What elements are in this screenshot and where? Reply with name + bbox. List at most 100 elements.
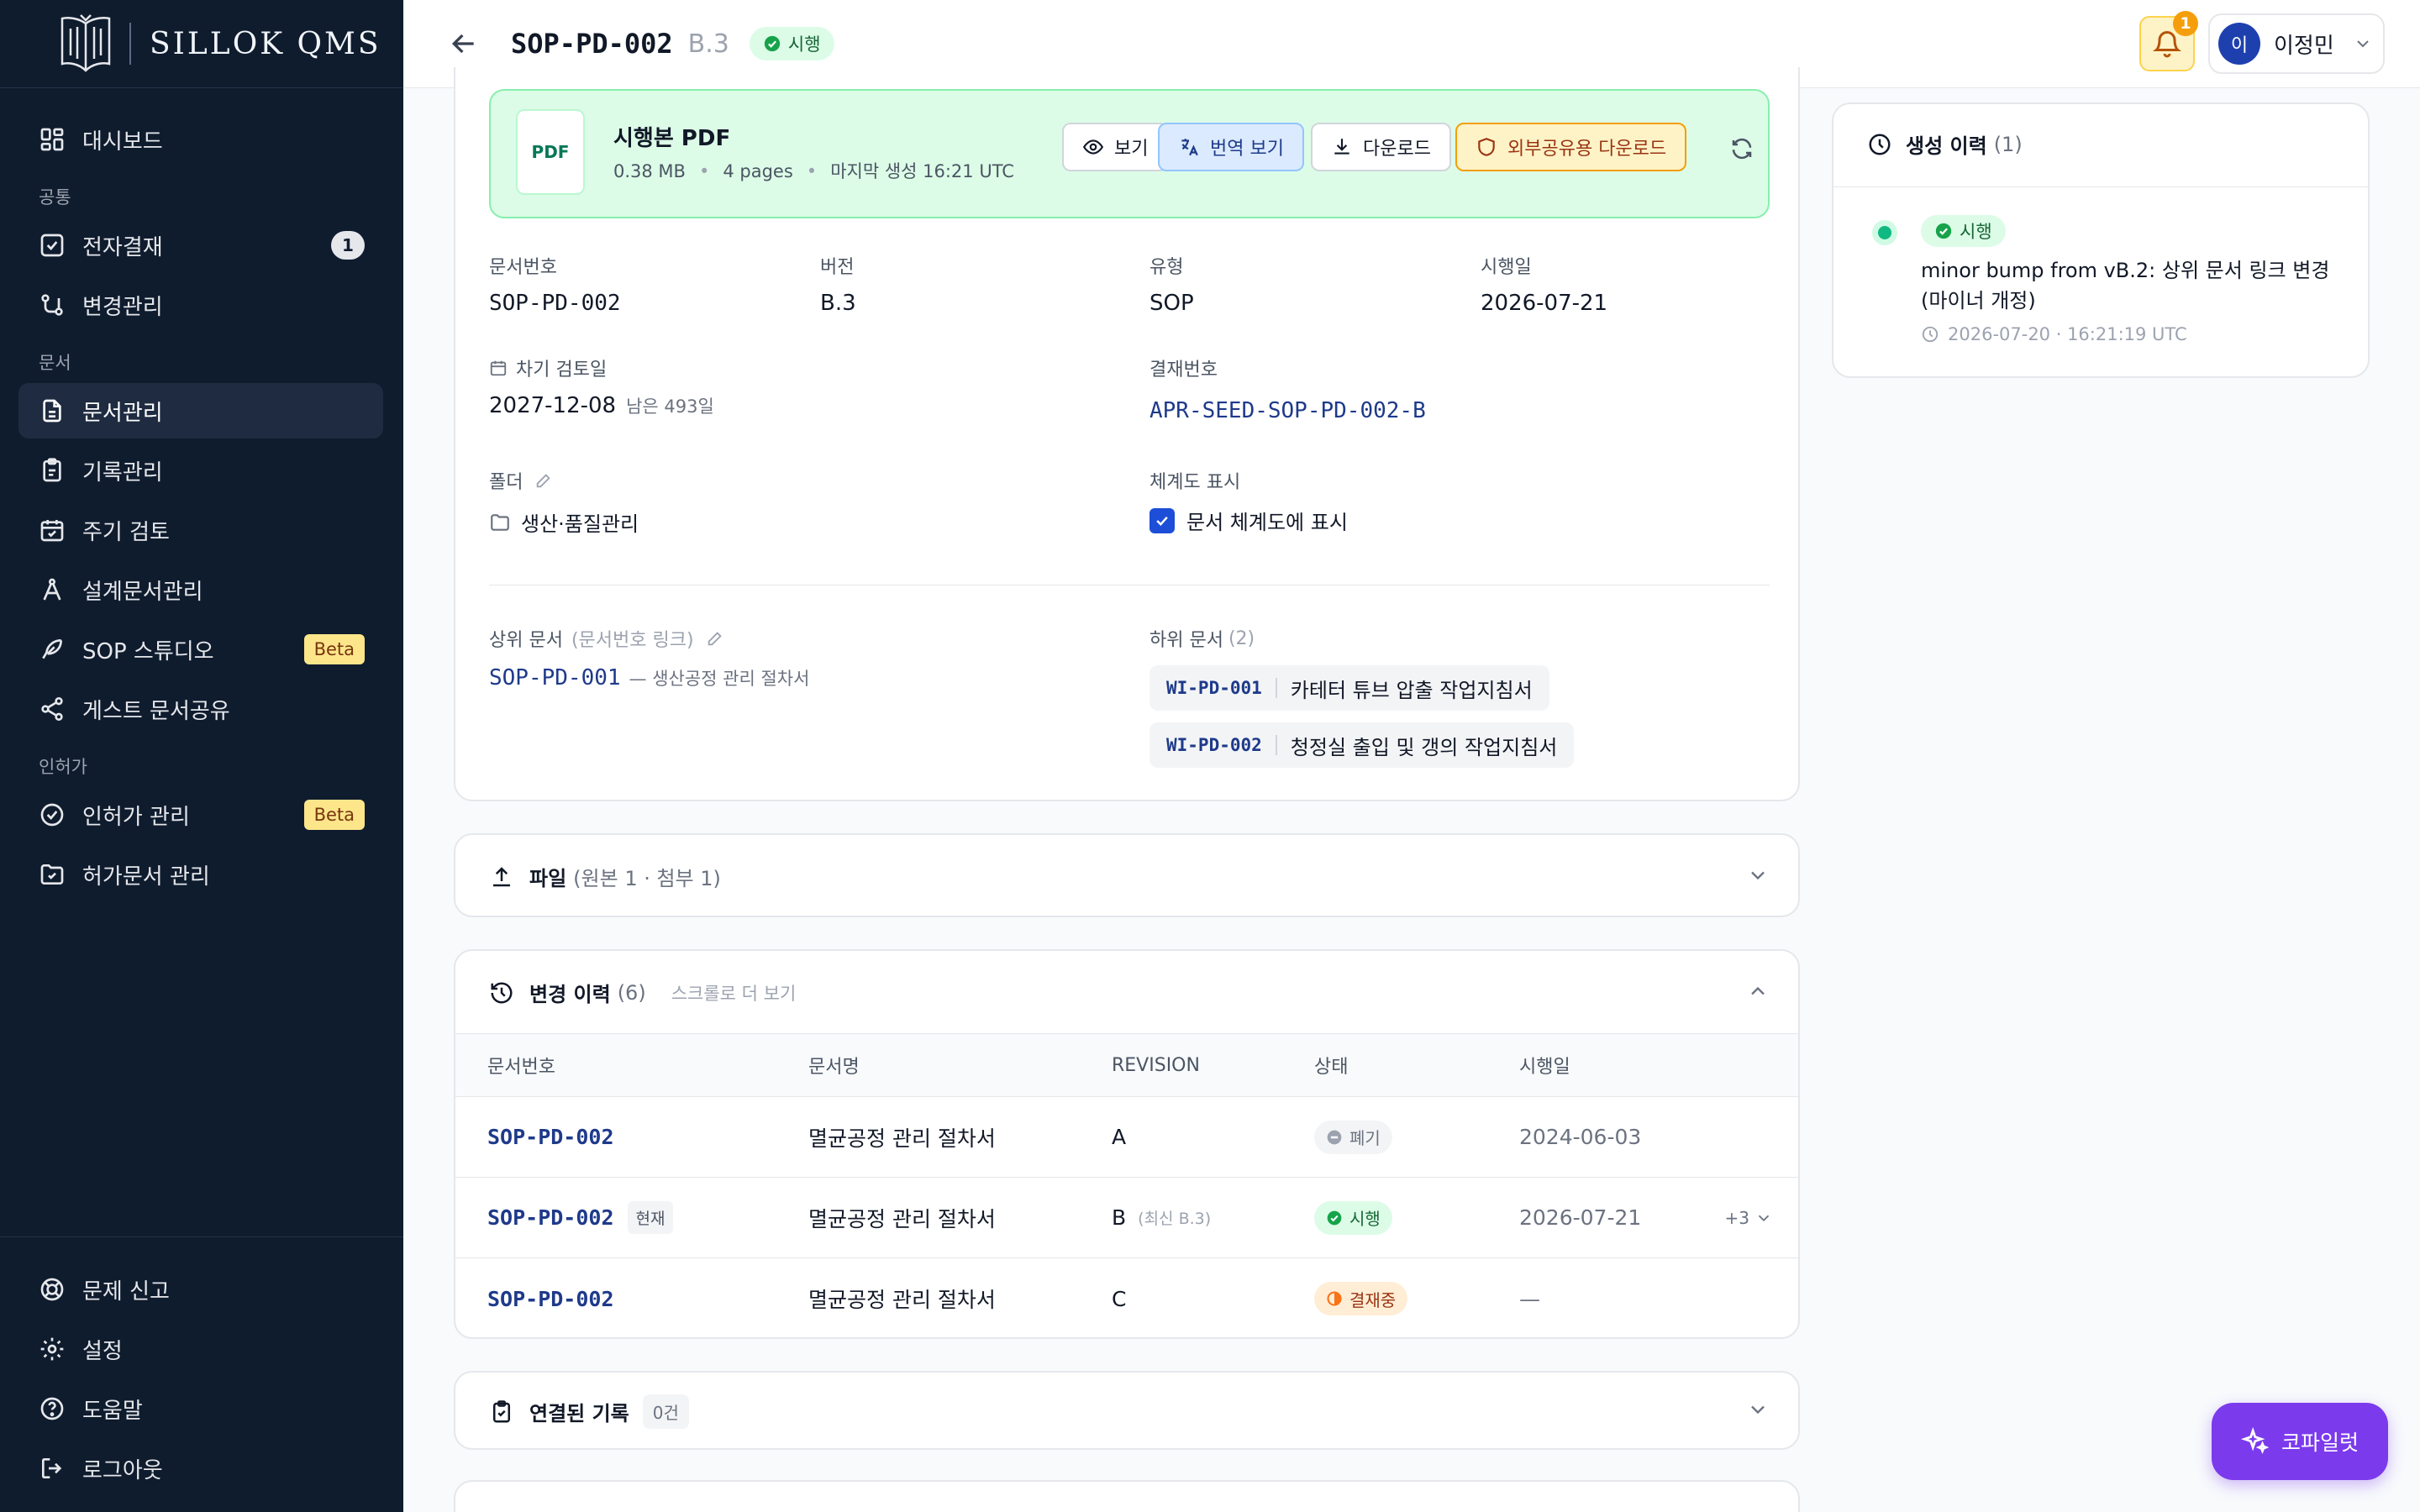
download-icon [1334,139,1349,155]
approval-no-link[interactable]: APR-SEED-SOP-PD-002-B [1150,398,1426,423]
external-download-button[interactable]: 외부공유용 다운로드 [1455,123,1687,171]
edit-pencil-icon[interactable] [534,471,553,490]
sidebar-item-periodic-review[interactable]: 주기 검토 [18,502,383,558]
history-icon [491,982,513,1003]
chevron-up-icon[interactable] [1746,979,1770,1003]
chevron-down-icon [1758,1215,1770,1221]
sidebar-item-label: 기록관리 [82,459,163,486]
sidebar-divider [0,1236,403,1237]
linked-records-section[interactable]: 연결된 기록 0건 [454,1371,1800,1450]
parent-doc-link[interactable]: SOP-PD-001 [489,665,621,690]
translate-view-button[interactable]: 번역 보기 [1158,123,1304,171]
folder-value[interactable]: 생산·품질관리 [489,507,639,537]
sidebar-item-logout[interactable]: 로그아웃 [18,1441,383,1496]
child-doc-title: 카테터 튜브 압출 작업지침서 [1290,678,1533,702]
sidebar-item-help[interactable]: 도움말 [18,1381,383,1436]
refresh-icon[interactable] [1729,136,1754,161]
sidebar-item-guest-share[interactable]: 게스트 문서공유 [18,681,383,737]
sidebar-item-label: 로그아웃 [82,1457,163,1483]
row-effective-date: 2024-06-03 [1519,1125,1642,1149]
expand-revisions-button[interactable]: +3 [1725,1178,1773,1257]
child-docs-label-text: 하위 문서 [1150,630,1223,651]
row-doc-name: 멸균공정 관리 절차서 [808,1288,996,1312]
linked-records-title: 연결된 기록 [529,1402,629,1425]
timeline-dot [1872,220,1897,245]
sidebar-item-change[interactable]: 변경관리 [18,277,383,333]
child-doc-item[interactable]: WI-PD-001 카테터 튜브 압출 작업지침서 [1150,665,1549,711]
row-doc-no-cell: SOP-PD-002 [487,1097,614,1177]
notification-count: 1 [2173,11,2198,36]
copilot-button[interactable]: 코파일럿 [2212,1403,2388,1480]
approval-count-badge: 1 [331,231,365,260]
pdf-title: 시행본 PDF [613,126,731,151]
approval-no-label: 결재번호 [1150,360,1218,381]
sidebar-item-label: SOP 스튜디오 [82,638,214,664]
half-circle-icon [1327,1291,1342,1306]
sidebar-item-design-docs[interactable]: 설계문서관리 [18,562,383,617]
checkbox-checked-icon[interactable] [1150,507,1175,533]
sidebar-item-label: 변경관리 [82,294,163,320]
folder-check-icon [40,864,64,885]
back-arrow-icon[interactable] [447,27,481,60]
sidebar-item-report-issue[interactable]: 문제 신고 [18,1262,383,1317]
chevron-down-icon[interactable] [1746,1398,1770,1421]
generation-description: minor bump from vB.2: 상위 문서 링크 변경 (마이너 개… [1921,259,2330,312]
help-circle-icon [40,1397,64,1420]
sidebar-item-license[interactable]: 인허가 관리 Beta [18,787,383,843]
row-doc-link[interactable]: SOP-PD-002 [487,1125,614,1149]
table-row[interactable]: SOP-PD-002 멸균공정 관리 절차서 A 폐기 2024-06-03 [455,1097,1798,1178]
user-menu[interactable]: 이 이정민 [2208,13,2385,74]
row-doc-link[interactable]: SOP-PD-002 [487,1287,614,1311]
notification-button[interactable]: 1 [2139,11,2198,71]
upload-icon [493,866,510,886]
sidebar-item-approval[interactable]: 전자결재 1 [18,218,383,273]
table-row[interactable]: SOP-PD-002 현재 멸균공정 관리 절차서 B (최신 B.3) 시행 … [455,1178,1798,1258]
files-section[interactable]: 파일 (원본 1 · 첨부 1) [454,833,1800,917]
child-doc-item[interactable]: WI-PD-002 청정실 출입 및 갱의 작업지침서 [1150,722,1575,768]
table-row[interactable]: SOP-PD-002 멸균공정 관리 절차서 C 결재중 — [455,1258,1798,1337]
status-badge: 시행 [1921,215,2006,247]
row-doc-no-cell: SOP-PD-002 현재 [487,1178,674,1257]
effective-pdf-panel: PDF 시행본 PDF 0.38 MB • 4 pages • 마지막 생성 16:21… [489,89,1770,218]
brand[interactable]: SILLOK QMS [0,0,403,88]
doc-no-label: 문서번호 [489,257,557,278]
row-revision: B [1112,1205,1127,1230]
column-header: 상태 [1314,1057,1349,1078]
column-header: 문서명 [808,1057,860,1078]
translate-icon [1181,139,1198,156]
sidebar-item-documents[interactable]: 문서관리 [18,383,383,438]
shield-icon [1478,138,1495,156]
parent-doc-title: — 생산공정 관리 절차서 [629,669,810,689]
file-text-icon [43,399,61,423]
sidebar-item-label: 문서관리 [82,400,163,426]
effective-date-label: 시행일 [1481,257,1532,278]
sidebar-item-records[interactable]: 기록관리 [18,443,383,498]
sidebar-item-sop-studio[interactable]: SOP 스튜디오 Beta [18,622,383,677]
sidebar-item-dashboard[interactable]: 대시보드 [18,112,383,167]
row-revision-note: (최신 B.3) [1138,1210,1212,1228]
hierarchy-checkbox[interactable]: 문서 체계도에 표시 [1150,506,1348,535]
view-pdf-button[interactable]: 보기 [1062,123,1169,171]
chevron-down-icon [2357,40,2369,48]
calendar-icon [490,360,507,376]
linked-records-count: 0건 [642,1394,689,1429]
view-pdf-label: 보기 [1114,139,1149,160]
history-header[interactable]: 변경 이력 (6) 스크롤로 더 보기 [489,978,796,1007]
download-label: 다운로드 [1363,139,1431,160]
check-circle-icon [1327,1210,1342,1225]
sidebar-item-permit-docs[interactable]: 허가문서 관리 [18,847,383,902]
download-button[interactable]: 다운로드 [1311,123,1451,171]
edit-pencil-icon[interactable] [706,629,724,648]
beta-badge: Beta [303,634,365,664]
next-review-label-text: 차기 검토일 [516,360,608,381]
sidebar-item-settings[interactable]: 설정 [18,1321,383,1377]
parent-doc-label-text: 상위 문서 [489,630,563,651]
row-doc-link[interactable]: SOP-PD-002 [487,1205,614,1230]
clock-icon [1922,326,1939,343]
page-title: SOP-PD-002 [511,28,673,60]
copilot-label: 코파일럿 [2281,1431,2359,1455]
chevron-down-icon[interactable] [1746,864,1770,887]
sidebar-section-license: 인허가 [39,757,87,777]
history-table: 문서번호 문서명 REVISION 상태 시행일 SOP-PD-002 멸균공정… [455,1033,1798,1337]
pdf-generated-time: 마지막 생성 16:21 UTC [830,161,1014,181]
